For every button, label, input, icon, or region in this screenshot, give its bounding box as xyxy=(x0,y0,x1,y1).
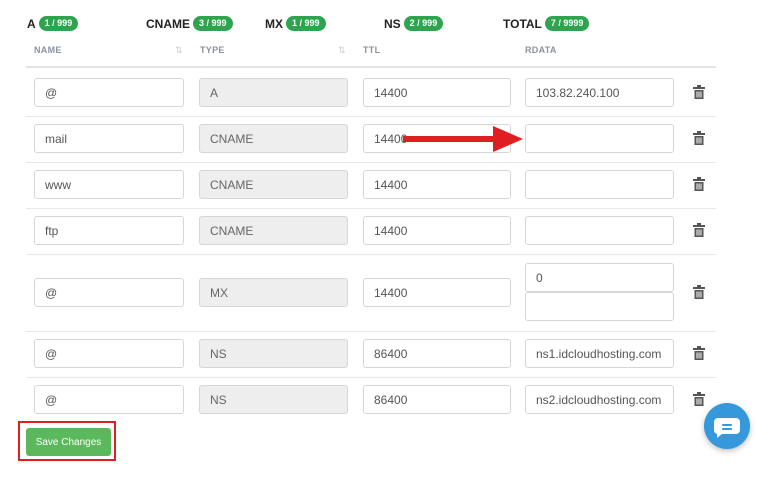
counter-badge: 1 / 999 xyxy=(286,16,326,31)
record-priority-input[interactable] xyxy=(525,263,674,292)
counter-label: CNAME xyxy=(146,16,190,31)
counter-label: A xyxy=(27,16,36,31)
table-row xyxy=(26,208,716,255)
trash-icon[interactable] xyxy=(693,85,705,99)
counter-badge: 3 / 999 xyxy=(193,16,233,31)
records-table-header: NAME ⇅ TYPE ⇅ TTL RDATA xyxy=(26,38,716,68)
record-name-input[interactable] xyxy=(34,170,184,199)
counter-badge: 7 / 9999 xyxy=(544,16,590,31)
record-ttl-input[interactable] xyxy=(363,278,511,307)
trash-icon[interactable] xyxy=(693,177,705,191)
record-name-input[interactable] xyxy=(34,385,184,414)
table-row xyxy=(26,254,716,332)
record-name-input[interactable] xyxy=(34,78,184,107)
record-rdata-input[interactable] xyxy=(525,292,674,321)
record-type-field xyxy=(199,278,348,307)
counter-label: TOTAL xyxy=(503,16,542,31)
save-changes-button[interactable]: Save Changes xyxy=(26,428,111,456)
table-row xyxy=(26,70,716,117)
record-rdata-input[interactable] xyxy=(525,124,674,153)
record-rdata-input[interactable] xyxy=(525,385,674,414)
column-header-rdata: RDATA xyxy=(525,45,557,55)
counter-total: TOTAL 7 / 9999 xyxy=(503,16,590,31)
table-row xyxy=(26,377,716,423)
table-row xyxy=(26,331,716,378)
record-ttl-input[interactable] xyxy=(363,216,511,245)
trash-icon[interactable] xyxy=(693,346,705,360)
record-name-input[interactable] xyxy=(34,124,184,153)
record-type-field xyxy=(199,385,348,414)
record-rdata-input[interactable] xyxy=(525,216,674,245)
record-name-input[interactable] xyxy=(34,339,184,368)
counter-label: MX xyxy=(265,16,283,31)
record-ttl-input[interactable] xyxy=(363,385,511,414)
chat-icon xyxy=(713,418,740,438)
trash-icon[interactable] xyxy=(693,223,705,237)
table-row xyxy=(26,116,716,163)
record-ttl-input[interactable] xyxy=(363,78,511,107)
counter-label: NS xyxy=(384,16,401,31)
record-ttl-input[interactable] xyxy=(363,170,511,199)
column-header-type[interactable]: TYPE xyxy=(200,45,225,55)
counter-cname: CNAME 3 / 999 xyxy=(146,16,233,31)
arrow-icon xyxy=(403,126,523,152)
chat-button[interactable] xyxy=(704,403,750,449)
record-rdata-input[interactable] xyxy=(525,339,674,368)
record-type-field xyxy=(199,78,348,107)
record-counters: A 1 / 999 CNAME 3 / 999 MX 1 / 999 NS 2 … xyxy=(0,0,769,31)
trash-icon[interactable] xyxy=(693,131,705,145)
record-name-input[interactable] xyxy=(34,216,184,245)
trash-icon[interactable] xyxy=(693,285,705,299)
counter-badge: 1 / 999 xyxy=(38,16,79,31)
record-type-field xyxy=(199,124,348,153)
counter-badge: 2 / 999 xyxy=(403,16,444,31)
record-rdata-input[interactable] xyxy=(525,170,674,199)
record-type-field xyxy=(199,170,348,199)
record-type-field xyxy=(199,216,348,245)
counter-mx: MX 1 / 999 xyxy=(265,16,326,31)
column-header-name[interactable]: NAME xyxy=(34,45,62,55)
counter-a: A 1 / 999 xyxy=(27,16,79,31)
column-header-ttl: TTL xyxy=(363,45,381,55)
table-row xyxy=(26,162,716,209)
record-ttl-input[interactable] xyxy=(363,339,511,368)
counter-ns: NS 2 / 999 xyxy=(384,16,444,31)
record-rdata-input[interactable] xyxy=(525,78,674,107)
record-type-field xyxy=(199,339,348,368)
sort-icon[interactable]: ⇅ xyxy=(338,45,346,56)
sort-icon[interactable]: ⇅ xyxy=(175,45,183,56)
record-name-input[interactable] xyxy=(34,278,184,307)
